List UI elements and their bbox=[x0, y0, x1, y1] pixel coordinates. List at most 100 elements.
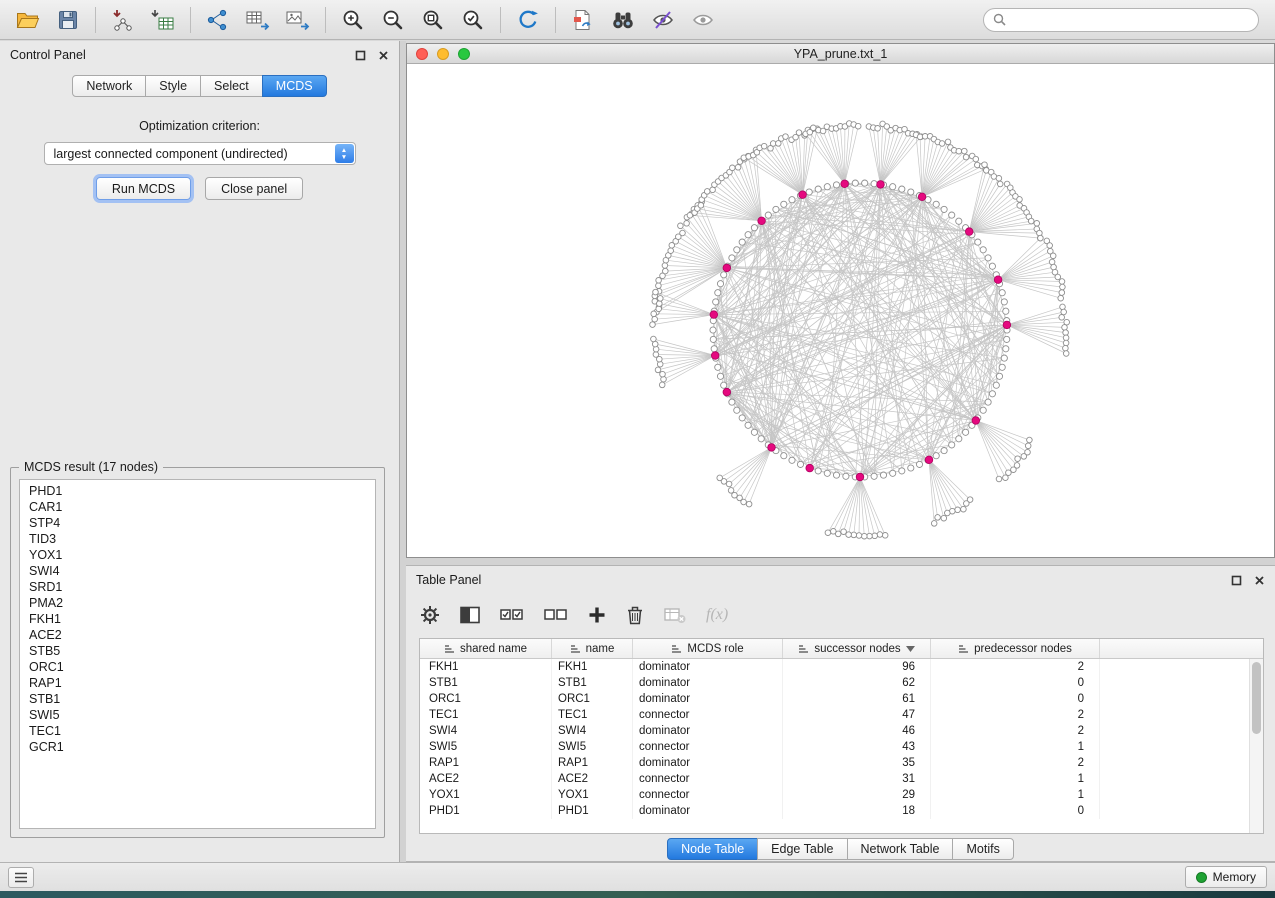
table-row[interactable]: ACE2ACE2connector311 bbox=[420, 771, 1263, 787]
mcds-result-item[interactable]: YOX1 bbox=[20, 547, 375, 563]
tab-style[interactable]: Style bbox=[145, 75, 201, 97]
mcds-result-item[interactable]: FKH1 bbox=[20, 611, 375, 627]
hide-selected-button[interactable] bbox=[645, 5, 681, 35]
create-column-button[interactable] bbox=[588, 600, 606, 630]
mcds-result-item[interactable]: CAR1 bbox=[20, 499, 375, 515]
network-canvas[interactable] bbox=[407, 65, 1274, 557]
scrollbar-thumb[interactable] bbox=[1252, 662, 1261, 734]
delete-column-button[interactable] bbox=[626, 600, 644, 630]
panel-menu-button[interactable] bbox=[8, 867, 34, 888]
tab-node-table[interactable]: Node Table bbox=[667, 838, 758, 860]
memory-label: Memory bbox=[1213, 870, 1256, 884]
zoom-selected-button[interactable] bbox=[455, 5, 491, 35]
delete-table-button[interactable] bbox=[664, 600, 686, 630]
sort-icon bbox=[671, 644, 682, 654]
function-builder-button[interactable]: f(x) bbox=[706, 600, 728, 630]
maximize-window-icon[interactable] bbox=[458, 48, 470, 60]
column-header-successor-nodes[interactable]: successor nodes bbox=[783, 639, 931, 658]
toolbar-separator bbox=[325, 7, 326, 33]
import-network-button[interactable] bbox=[105, 5, 141, 35]
close-table-panel-icon[interactable] bbox=[1254, 575, 1265, 586]
close-window-icon[interactable] bbox=[416, 48, 428, 60]
table-row[interactable]: SWI4SWI4dominator462 bbox=[420, 723, 1263, 739]
horizontal-splitter[interactable] bbox=[406, 558, 1275, 565]
mcds-result-item[interactable]: GCR1 bbox=[20, 739, 375, 755]
zoom-out-button[interactable] bbox=[375, 5, 411, 35]
table-cell: 1 bbox=[931, 771, 1100, 787]
mcds-result-item[interactable]: PMA2 bbox=[20, 595, 375, 611]
mcds-result-item[interactable]: ORC1 bbox=[20, 659, 375, 675]
table-row[interactable]: YOX1YOX1connector291 bbox=[420, 787, 1263, 803]
close-panel-button[interactable]: Close panel bbox=[205, 177, 303, 200]
tab-select[interactable]: Select bbox=[200, 75, 263, 97]
mcds-result-item[interactable]: TID3 bbox=[20, 531, 375, 547]
zoom-in-button[interactable] bbox=[335, 5, 371, 35]
search-network-button[interactable] bbox=[605, 5, 641, 35]
mcds-result-item[interactable]: STB1 bbox=[20, 691, 375, 707]
import-table-button[interactable] bbox=[145, 5, 181, 35]
memory-button[interactable]: Memory bbox=[1185, 866, 1267, 888]
share-document-button[interactable] bbox=[565, 5, 601, 35]
search-input[interactable] bbox=[983, 8, 1259, 32]
float-panel-icon[interactable] bbox=[355, 50, 366, 61]
table-cell: 47 bbox=[783, 707, 931, 723]
table-cell: 29 bbox=[783, 787, 931, 803]
export-image-button[interactable] bbox=[280, 5, 316, 35]
share-document-icon bbox=[571, 8, 595, 32]
run-mcds-button[interactable]: Run MCDS bbox=[96, 177, 191, 200]
column-header-predecessor-nodes[interactable]: predecessor nodes bbox=[931, 639, 1100, 658]
mcds-result-item[interactable]: TEC1 bbox=[20, 723, 375, 739]
table-cell: FKH1 bbox=[552, 659, 633, 675]
table-cell: 2 bbox=[931, 755, 1100, 771]
table-row[interactable]: TEC1TEC1connector472 bbox=[420, 707, 1263, 723]
optimization-criterion-select[interactable]: largest connected component (undirected)… bbox=[44, 142, 356, 165]
deselect-all-icon bbox=[544, 607, 568, 623]
mcds-result-item[interactable]: STB5 bbox=[20, 643, 375, 659]
minimize-window-icon[interactable] bbox=[437, 48, 449, 60]
table-cell: 31 bbox=[783, 771, 931, 787]
select-all-rows-button[interactable] bbox=[500, 600, 524, 630]
show-columns-button[interactable] bbox=[460, 600, 480, 630]
table-row[interactable]: STB1STB1dominator620 bbox=[420, 675, 1263, 691]
tab-network-table[interactable]: Network Table bbox=[847, 838, 954, 860]
mcds-result-item[interactable]: SWI4 bbox=[20, 563, 375, 579]
export-table-button[interactable] bbox=[240, 5, 276, 35]
column-header-name[interactable]: name bbox=[552, 639, 633, 658]
refresh-button[interactable] bbox=[510, 5, 546, 35]
float-table-panel-icon[interactable] bbox=[1231, 575, 1242, 586]
show-all-button[interactable] bbox=[685, 5, 721, 35]
table-row[interactable]: PHD1PHD1dominator180 bbox=[420, 803, 1263, 819]
mcds-result-item[interactable]: ACE2 bbox=[20, 627, 375, 643]
mcds-buttons: Run MCDS Close panel bbox=[0, 177, 399, 200]
column-header-MCDS-role[interactable]: MCDS role bbox=[633, 639, 783, 658]
zoom-fit-button[interactable] bbox=[415, 5, 451, 35]
network-graph[interactable] bbox=[407, 65, 1274, 557]
mcds-result-item[interactable]: SWI5 bbox=[20, 707, 375, 723]
mcds-result-item[interactable]: RAP1 bbox=[20, 675, 375, 691]
table-scrollbar[interactable] bbox=[1249, 659, 1263, 833]
deselect-all-rows-button[interactable] bbox=[544, 600, 568, 630]
sort-icon bbox=[444, 644, 455, 654]
open-file-button[interactable] bbox=[10, 5, 46, 35]
export-network-button[interactable] bbox=[200, 5, 236, 35]
tab-mcds[interactable]: MCDS bbox=[262, 75, 327, 97]
table-row[interactable]: SWI5SWI5connector431 bbox=[420, 739, 1263, 755]
mcds-result-item[interactable]: SRD1 bbox=[20, 579, 375, 595]
tab-network[interactable]: Network bbox=[72, 75, 146, 97]
column-header-shared-name[interactable]: shared name bbox=[420, 639, 552, 658]
table-cell: ORC1 bbox=[552, 691, 633, 707]
table-row[interactable]: RAP1RAP1dominator352 bbox=[420, 755, 1263, 771]
table-row[interactable]: ORC1ORC1dominator610 bbox=[420, 691, 1263, 707]
tab-edge-table[interactable]: Edge Table bbox=[757, 838, 847, 860]
mcds-result-item[interactable]: STP4 bbox=[20, 515, 375, 531]
mcds-result-list[interactable]: PHD1CAR1STP4TID3YOX1SWI4SRD1PMA2FKH1ACE2… bbox=[19, 479, 376, 829]
tab-motifs[interactable]: Motifs bbox=[952, 838, 1013, 860]
zoom-out-icon bbox=[382, 9, 404, 31]
close-panel-icon[interactable] bbox=[378, 50, 389, 61]
trash-icon bbox=[626, 605, 644, 625]
table-settings-button[interactable] bbox=[420, 600, 440, 630]
mcds-result-item[interactable]: PHD1 bbox=[20, 483, 375, 499]
table-cell: 0 bbox=[931, 691, 1100, 707]
save-session-button[interactable] bbox=[50, 5, 86, 35]
table-row[interactable]: FKH1FKH1dominator962 bbox=[420, 659, 1263, 675]
